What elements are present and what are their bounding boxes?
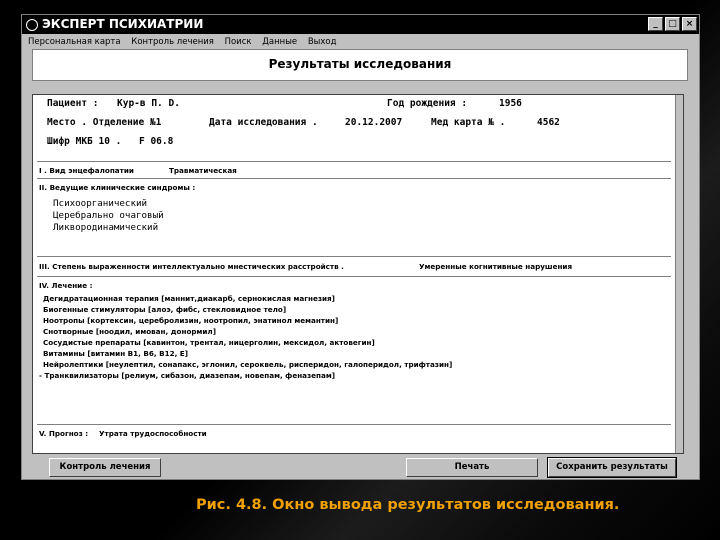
patient-name-value: Кур-в П. D. — [117, 98, 180, 109]
treatment-item: Биогенные стимуляторы [алоэ, фибс, стекл… — [43, 305, 287, 314]
med-card-label: Мед карта № . — [431, 117, 506, 128]
treatment-label: IV. Лечение : — [39, 281, 93, 290]
treatment-item: Снотворные [ноодил, имован, донормил] — [43, 327, 216, 336]
treatment-item: Ноотропы [кортексин, церебролизин, ноотр… — [43, 316, 339, 325]
patient-name-label: Пациент : — [47, 98, 99, 109]
med-card-value: 4562 — [537, 117, 560, 128]
prognosis-section: V. Прогноз : Утрата трудоспособности — [37, 425, 671, 443]
cognitive-section: III. Степень выраженности интеллектуальн… — [37, 257, 671, 277]
scrollbar[interactable] — [675, 95, 683, 453]
treatment-item: - Транквилизаторы [релиум, сибазон, диаз… — [39, 371, 336, 380]
treatment-section: IV. Лечение : Дегидратационная терапия [… — [37, 277, 671, 425]
patient-section: Пациент : Кур-в П. D. Год рождения : 195… — [37, 95, 671, 162]
figure-caption: Рис. 4.8. Окно вывода результатов исслед… — [196, 497, 620, 513]
app-icon — [26, 18, 38, 31]
page-title: Результаты исследования — [268, 57, 452, 71]
syndrome-item: Психоорганический — [53, 198, 148, 209]
birth-year-value: 1956 — [499, 98, 522, 109]
syndrome-item: Церебрально очаговый — [53, 210, 164, 221]
minimize-button[interactable]: _ — [648, 17, 663, 31]
title-bar: ЭКСПЕРТ ПСИХИАТРИИ _ □ × — [22, 15, 699, 34]
close-button[interactable]: × — [682, 17, 697, 31]
cognitive-label: III. Степень выраженности интеллектуальн… — [39, 262, 344, 271]
window-title: ЭКСПЕРТ ПСИХИАТРИИ — [42, 17, 204, 31]
icd-label: Шифр МКБ 10 . — [47, 136, 122, 147]
app-window: ЭКСПЕРТ ПСИХИАТРИИ _ □ × Персональная ка… — [21, 14, 700, 480]
print-button[interactable]: Печать — [406, 458, 538, 477]
encephalopathy-section: I . Вид энцефалопатии Травматическая — [37, 162, 671, 179]
treatment-item: Сосудистые препараты [кавинтон, трентал,… — [43, 338, 375, 347]
exam-date-label: Дата исследования . — [209, 117, 318, 128]
window-controls: _ □ × — [648, 17, 697, 31]
syndromes-section: II. Ведущие клинические синдромы : Психо… — [37, 179, 671, 257]
encephalopathy-value: Травматическая — [169, 166, 237, 175]
maximize-button[interactable]: □ — [665, 17, 680, 31]
syndromes-label: II. Ведущие клинические синдромы : — [39, 183, 196, 192]
prognosis-value: Утрата трудоспособности — [99, 429, 207, 438]
results-panel: Пациент : Кур-в П. D. Год рождения : 195… — [32, 94, 684, 454]
treatment-item: Дегидратационная терапия [маннит,диакарб… — [43, 294, 335, 303]
syndrome-item: Ликвородинамический — [53, 222, 159, 233]
save-results-button[interactable]: Сохранить результаты — [547, 457, 677, 478]
birth-year-label: Год рождения : — [387, 98, 468, 109]
treatment-control-button[interactable]: Контроль лечения — [49, 458, 161, 477]
heading-panel: Результаты исследования — [32, 49, 688, 81]
cognitive-value: Умеренные когнитивные нарушения — [419, 262, 573, 271]
place-label: Место . Отделение №1 — [47, 117, 162, 128]
icd-value: F 06.8 — [139, 136, 174, 147]
encephalopathy-label: I . Вид энцефалопатии — [39, 166, 134, 175]
prognosis-label: V. Прогноз : — [39, 429, 89, 438]
exam-date-value: 20.12.2007 — [345, 117, 403, 128]
treatment-item: Витамины [витамин B1, B6, B12, E] — [43, 349, 189, 358]
treatment-item: Нейролептики [неулептил, сонапакс, эглон… — [43, 360, 453, 369]
